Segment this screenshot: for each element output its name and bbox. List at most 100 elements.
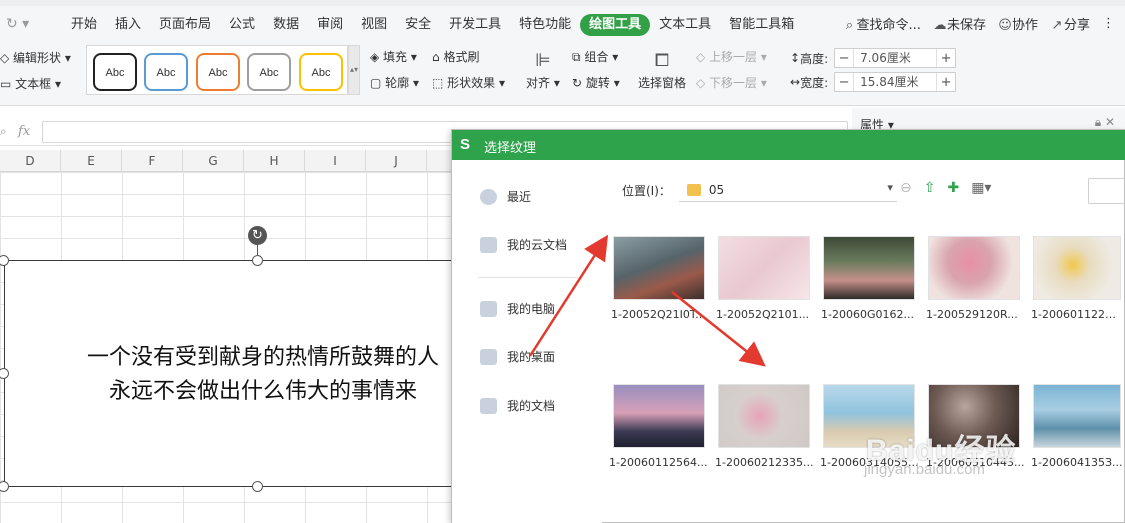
send-backward-button[interactable]: ◇ 下移一层 ▾ bbox=[696, 74, 767, 100]
style-swatch-2[interactable]: Abc bbox=[144, 53, 188, 91]
chevron-down-icon: ▾ bbox=[887, 181, 893, 194]
file-thumbnail[interactable] bbox=[718, 384, 810, 448]
file-thumbnail[interactable] bbox=[928, 236, 1020, 300]
file-name[interactable]: 1-200601122Q... bbox=[1031, 308, 1123, 321]
text-box-button[interactable]: ▭ 文本框 ▾ bbox=[0, 76, 71, 102]
rotate-handle-icon[interactable]: ↻ bbox=[248, 226, 267, 245]
fx-icon[interactable]: fx bbox=[18, 124, 30, 139]
wps-logo-icon: S bbox=[460, 136, 471, 153]
view-mode-icon[interactable]: ▦▾ bbox=[971, 180, 991, 196]
file-name[interactable]: 1-20060212335... bbox=[715, 456, 821, 469]
dialog-title-bar[interactable]: S 选择纹理 bbox=[452, 130, 1125, 160]
column-header-f[interactable]: F bbox=[122, 150, 183, 172]
tab-start[interactable]: 开始 bbox=[62, 14, 106, 36]
resize-handle-top[interactable] bbox=[252, 255, 263, 266]
format-painter-button[interactable]: ⌂ 格式刷 bbox=[432, 48, 505, 74]
desktop-icon bbox=[480, 348, 497, 365]
text-box-shape[interactable]: 一个没有受到献身的热情所鼓舞的人 永远不会做出什么伟大的事情来 bbox=[4, 260, 474, 487]
styles-scroll-icon[interactable]: ▴▾ bbox=[348, 45, 360, 95]
column-header-j[interactable]: J bbox=[366, 150, 427, 172]
more-icon[interactable]: ⋮ bbox=[1102, 16, 1115, 31]
tab-review[interactable]: 审阅 bbox=[308, 14, 352, 36]
file-name[interactable]: 1-20052Q21I0T... bbox=[611, 308, 717, 321]
format-group: ⌂ 格式刷 ⬚ 形状效果 ▾ bbox=[432, 48, 505, 100]
sidebar-item-cloud-docs[interactable]: 我的云文档 bbox=[480, 236, 567, 253]
style-swatch-5[interactable]: Abc bbox=[299, 53, 343, 91]
dialog-sidebar: 最近 我的云文档 我的电脑 我的桌面 我的文档 bbox=[452, 160, 602, 523]
column-header-g[interactable]: G bbox=[183, 150, 244, 172]
width-input[interactable]: 15.84厘米 bbox=[853, 73, 938, 91]
width-stepper: − 15.84厘米 + bbox=[834, 72, 957, 92]
file-name[interactable]: 1-20052Q2101... bbox=[716, 308, 822, 321]
file-thumbnail[interactable] bbox=[718, 236, 810, 300]
resize-handle-bottom[interactable] bbox=[252, 481, 263, 492]
tab-smart-toolbox[interactable]: 智能工具箱 bbox=[720, 14, 803, 36]
selection-pane-icon: ⧠ bbox=[654, 50, 670, 71]
lock-icon[interactable]: 🔒︎ bbox=[1095, 115, 1101, 129]
file-thumbnail[interactable] bbox=[613, 384, 705, 448]
group-rotate-group: ⧉ 组合 ▾ ↻ 旋转 ▾ bbox=[572, 48, 620, 100]
height-input[interactable]: 7.06厘米 bbox=[853, 49, 938, 67]
style-swatch-3[interactable]: Abc bbox=[196, 53, 240, 91]
tab-view[interactable]: 视图 bbox=[352, 14, 396, 36]
tab-text-tools[interactable]: 文本工具 bbox=[650, 14, 720, 36]
sidebar-item-recent[interactable]: 最近 bbox=[480, 188, 531, 205]
layer-order-group: ◇ 上移一层 ▾ ◇ 下移一层 ▾ bbox=[696, 48, 767, 100]
redo-icon[interactable]: ↻ ▾ bbox=[6, 16, 29, 32]
file-thumbnail[interactable] bbox=[823, 236, 915, 300]
group-button[interactable]: ⧉ 组合 ▾ bbox=[572, 48, 620, 74]
file-thumbnail[interactable] bbox=[613, 236, 705, 300]
tab-page-layout[interactable]: 页面布局 bbox=[150, 14, 220, 36]
tab-formula[interactable]: 公式 bbox=[220, 14, 264, 36]
align-button[interactable]: ⊫ 对齐 ▾ bbox=[526, 48, 560, 91]
user-icon: ☺ bbox=[998, 18, 1012, 33]
sidebar-item-documents[interactable]: 我的文档 bbox=[480, 397, 555, 414]
height-increase-button[interactable]: + bbox=[937, 51, 955, 66]
tab-insert[interactable]: 插入 bbox=[106, 14, 150, 36]
rotate-button[interactable]: ↻ 旋转 ▾ bbox=[572, 74, 620, 100]
search-input[interactable] bbox=[1088, 178, 1125, 204]
new-folder-icon[interactable]: ✚ bbox=[947, 180, 959, 196]
column-header-e[interactable]: E bbox=[61, 150, 122, 172]
close-icon[interactable]: ✕ bbox=[1105, 115, 1115, 129]
file-name[interactable]: 1-200604135З... bbox=[1031, 456, 1123, 469]
file-thumbnail[interactable] bbox=[1033, 384, 1121, 448]
unsaved-status[interactable]: ☁未保存 bbox=[933, 14, 986, 33]
baidu-watermark: Baidu经验 jingyan.baidu.com bbox=[864, 425, 1016, 478]
width-decrease-button[interactable]: − bbox=[835, 75, 853, 90]
share-button[interactable]: ↗ 分享 bbox=[1050, 14, 1090, 33]
file-thumbnail[interactable] bbox=[1033, 236, 1121, 300]
sidebar-item-desktop[interactable]: 我的桌面 bbox=[480, 348, 555, 365]
column-header-i[interactable]: I bbox=[305, 150, 366, 172]
tab-developer[interactable]: 开发工具 bbox=[440, 14, 510, 36]
column-header-h[interactable]: H bbox=[244, 150, 305, 172]
tab-security[interactable]: 安全 bbox=[396, 14, 440, 36]
file-name[interactable]: 1-20060112564... bbox=[609, 456, 715, 469]
collaborate-button[interactable]: ☺协作 bbox=[998, 14, 1038, 33]
style-swatch-1[interactable]: Abc bbox=[93, 53, 137, 91]
height-decrease-button[interactable]: − bbox=[835, 51, 853, 66]
shape-effect-button[interactable]: ⬚ 形状效果 ▾ bbox=[432, 74, 505, 100]
search-command[interactable]: ⌕ 查找命令... bbox=[843, 14, 921, 33]
up-folder-icon[interactable]: ⇧ bbox=[924, 180, 936, 196]
sidebar-item-my-computer[interactable]: 我的电脑 bbox=[480, 300, 555, 317]
fill-button[interactable]: ◈ 填充 ▾ bbox=[370, 48, 419, 74]
text-box-content[interactable]: 一个没有受到献身的热情所鼓舞的人 永远不会做出什么伟大的事情来 bbox=[43, 341, 483, 409]
selection-pane-button[interactable]: ⧠ 选择窗格 bbox=[638, 48, 686, 91]
tab-features[interactable]: 特色功能 bbox=[510, 14, 580, 36]
location-dropdown[interactable]: 05 ▾ bbox=[678, 178, 897, 202]
tab-drawing-tools[interactable]: 绘图工具 bbox=[580, 14, 651, 36]
file-name[interactable]: 1-200529120R... bbox=[926, 308, 1032, 321]
bring-forward-button[interactable]: ◇ 上移一层 ▾ bbox=[696, 48, 767, 74]
width-increase-button[interactable]: + bbox=[937, 75, 955, 90]
edit-shape-button[interactable]: ◇ 编辑形状 ▾ bbox=[0, 50, 71, 76]
back-icon[interactable]: ⊖ bbox=[900, 180, 912, 196]
tab-data[interactable]: 数据 bbox=[264, 14, 308, 36]
column-header-d[interactable]: D bbox=[0, 150, 61, 172]
location-label: 位置(I)： bbox=[622, 183, 671, 198]
file-name[interactable]: 1-20060G0162... bbox=[821, 308, 927, 321]
zoom-icon: ⌕ bbox=[0, 124, 7, 138]
text-box-icon: ▭ bbox=[0, 77, 16, 91]
outline-button[interactable]: ▢ 轮廓 ▾ bbox=[370, 74, 419, 100]
style-swatch-4[interactable]: Abc bbox=[247, 53, 291, 91]
